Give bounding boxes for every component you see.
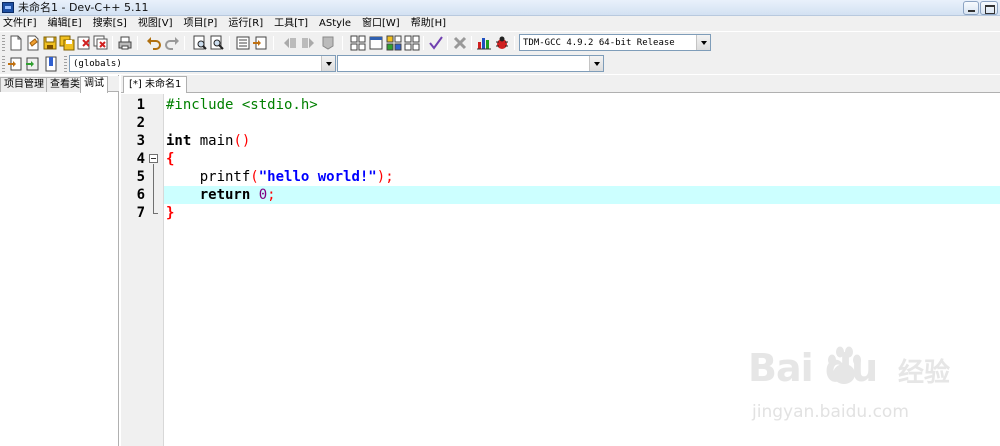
toolbar-separator xyxy=(184,36,185,50)
toolbar-separator xyxy=(112,36,113,50)
compiler-select-value: TDM-GCC 4.9.2 64-bit Release xyxy=(523,38,675,48)
new-file-icon[interactable] xyxy=(8,35,24,51)
title-bar: 未命名1 - Dev-C++ 5.11 xyxy=(0,0,1000,16)
toolbar-grip[interactable] xyxy=(2,56,5,72)
goto-bookmark-icon[interactable] xyxy=(43,56,59,72)
scope-select-value: (globals) xyxy=(73,59,122,69)
code-line[interactable]: #include <stdio.h> xyxy=(164,96,1000,114)
goto-function-icon[interactable] xyxy=(252,35,268,51)
compiler-select[interactable]: TDM-GCC 4.9.2 64-bit Release xyxy=(519,34,711,51)
toolbar-separator xyxy=(342,36,343,50)
code-line[interactable] xyxy=(164,114,1000,132)
toolbar-separator xyxy=(447,36,448,50)
tab-project[interactable]: 项目管理 xyxy=(0,77,48,92)
toolbar-grip[interactable] xyxy=(2,35,5,51)
devcpp-app-icon xyxy=(2,2,14,13)
tab-debug[interactable]: 调试 xyxy=(80,76,108,93)
menu-project[interactable]: 项目[P] xyxy=(184,17,223,30)
syntax-check-icon[interactable] xyxy=(428,35,444,51)
chevron-down-icon[interactable] xyxy=(589,56,603,71)
fold-end-marker xyxy=(153,213,158,214)
save-all-icon[interactable] xyxy=(59,35,75,51)
left-panel: 项目管理 查看类 调试 xyxy=(0,75,119,446)
redo-icon[interactable] xyxy=(164,35,180,51)
goto-line-icon[interactable] xyxy=(235,35,251,51)
rebuild-all-icon[interactable] xyxy=(404,35,420,51)
fold-guide-line xyxy=(153,164,154,213)
unindent-icon[interactable] xyxy=(282,35,298,51)
code-line[interactable]: printf("hello world!"); xyxy=(164,168,1000,186)
editor-tabs: [*] 未命名1 xyxy=(121,75,1000,93)
code-line[interactable]: { xyxy=(164,150,1000,168)
minimize-button[interactable] xyxy=(963,1,979,15)
close-all-icon[interactable] xyxy=(93,35,109,51)
editor-tab[interactable]: [*] 未命名1 xyxy=(123,76,188,93)
member-select[interactable] xyxy=(337,55,604,72)
save-icon[interactable] xyxy=(42,35,58,51)
class-toolbar: (globals) xyxy=(0,53,1000,74)
fold-collapse-icon[interactable] xyxy=(149,154,158,163)
line-number[interactable]: 7 xyxy=(121,204,145,222)
toolbar-separator xyxy=(514,36,515,50)
code-line[interactable]: } xyxy=(164,204,1000,222)
line-number[interactable]: 5 xyxy=(121,168,145,186)
line-number[interactable]: 4 xyxy=(121,150,145,168)
toggle-bookmark-icon[interactable] xyxy=(25,56,41,72)
debug-icon[interactable] xyxy=(494,35,510,51)
line-number-gutter[interactable]: 1234567 xyxy=(121,94,164,446)
toolbar-separator xyxy=(273,36,274,50)
line-number[interactable]: 2 xyxy=(121,114,145,132)
chevron-down-icon[interactable] xyxy=(321,56,335,71)
line-number[interactable]: 3 xyxy=(121,132,145,150)
line-number[interactable]: 6 xyxy=(121,186,145,204)
toolbar-separator xyxy=(137,36,138,50)
code-line[interactable]: return 0; xyxy=(164,186,1000,204)
menu-edit[interactable]: 编辑[E] xyxy=(48,17,87,30)
toolbar-separator xyxy=(229,36,230,50)
menu-view[interactable]: 视图[V] xyxy=(138,17,178,30)
menu-file[interactable]: 文件[F] xyxy=(3,17,42,30)
toggle-comment-icon[interactable] xyxy=(320,35,336,51)
undo-icon[interactable] xyxy=(146,35,162,51)
close-file-icon[interactable] xyxy=(76,35,92,51)
indent-icon[interactable] xyxy=(300,35,316,51)
editor-area: [*] 未命名1 1234567 #include <stdio.h> int m… xyxy=(121,75,1000,446)
menu-tools[interactable]: 工具[T] xyxy=(274,17,313,30)
insert-code-icon[interactable] xyxy=(7,56,23,72)
run-icon[interactable] xyxy=(368,35,384,51)
menu-run[interactable]: 运行[R] xyxy=(228,17,268,30)
window-title: 未命名1 - Dev-C++ 5.11 xyxy=(18,1,149,14)
menu-astyle[interactable]: AStyle xyxy=(319,17,356,30)
toolbar-grip[interactable] xyxy=(64,56,67,72)
open-file-icon[interactable] xyxy=(25,35,41,51)
menu-search[interactable]: 搜索[S] xyxy=(93,17,132,30)
compile-run-icon[interactable] xyxy=(386,35,402,51)
toolbar-separator xyxy=(423,36,424,50)
code-editor[interactable]: #include <stdio.h> int main(){ printf("he… xyxy=(164,94,1000,446)
left-panel-tabs: 项目管理 查看类 调试 xyxy=(0,76,119,93)
toolbar-separator xyxy=(471,36,472,50)
main-toolbar: TDM-GCC 4.9.2 64-bit Release xyxy=(0,31,1000,53)
replace-icon[interactable] xyxy=(209,35,225,51)
menu-window[interactable]: 窗口[W] xyxy=(362,17,405,30)
compile-icon[interactable] xyxy=(350,35,366,51)
chevron-down-icon[interactable] xyxy=(696,35,710,50)
maximize-button[interactable] xyxy=(980,1,998,15)
print-icon[interactable] xyxy=(117,35,133,51)
line-number[interactable]: 1 xyxy=(121,96,145,114)
find-icon[interactable] xyxy=(192,35,208,51)
menu-help[interactable]: 帮助[H] xyxy=(411,17,451,30)
code-line[interactable]: int main() xyxy=(164,132,1000,150)
scope-select[interactable]: (globals) xyxy=(69,55,336,72)
profile-icon[interactable] xyxy=(476,35,492,51)
stop-execution-icon[interactable] xyxy=(452,35,468,51)
menu-bar: 文件[F] 编辑[E] 搜索[S] 视图[V] 项目[P] 运行[R] 工具[T… xyxy=(0,16,1000,31)
tab-classes[interactable]: 查看类 xyxy=(46,77,84,92)
